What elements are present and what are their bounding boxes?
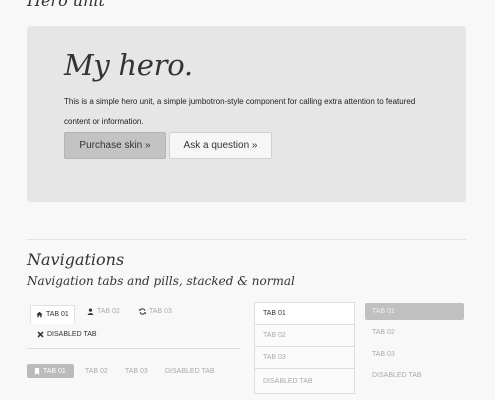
purchase-skin-button[interactable]: Purchase skin » bbox=[64, 132, 166, 159]
close-icon bbox=[37, 331, 44, 338]
pill-01[interactable]: TAB 01 bbox=[27, 364, 74, 378]
stacked-pill-01[interactable]: TAB 01 bbox=[365, 303, 464, 320]
pill-02[interactable]: TAB 02 bbox=[85, 364, 108, 378]
nav-tabs: TAB 01 TAB 02 TAB 03 DISABLED TAB bbox=[27, 302, 240, 349]
pill-03[interactable]: TAB 03 bbox=[125, 364, 148, 378]
pill-label: TAB 01 bbox=[43, 367, 66, 375]
tab-03[interactable]: TAB 03 bbox=[139, 308, 172, 315]
stacked-tab-disabled: DISABLED TAB bbox=[263, 377, 313, 385]
tab-label: TAB 01 bbox=[46, 311, 69, 318]
stacked-tab-03[interactable]: TAB 03 bbox=[255, 347, 354, 369]
stacked-pill-03[interactable]: TAB 03 bbox=[365, 346, 464, 363]
hero-unit: My hero. This is a simple hero unit, a s… bbox=[27, 26, 466, 202]
hero-title: My hero. bbox=[64, 48, 193, 82]
hero-section-title: Hero unit bbox=[27, 0, 105, 10]
stacked-tab-02[interactable]: TAB 02 bbox=[255, 325, 354, 347]
ask-question-button[interactable]: Ask a question » bbox=[169, 132, 272, 159]
navigation-subtitle: Navigation tabs and pills, stacked & nor… bbox=[27, 274, 295, 288]
tab-label: TAB 02 bbox=[97, 308, 120, 315]
home-icon bbox=[36, 311, 43, 318]
stacked-pill-disabled: DISABLED TAB bbox=[372, 372, 422, 379]
tab-01[interactable]: TAB 01 bbox=[30, 305, 75, 324]
user-icon bbox=[87, 308, 94, 315]
bookmark-icon bbox=[34, 367, 40, 375]
pill-label: TAB 02 bbox=[85, 367, 108, 375]
stacked-pill-02[interactable]: TAB 02 bbox=[365, 324, 464, 341]
hero-description: This is a simple hero unit, a simple jum… bbox=[64, 97, 416, 126]
section-divider bbox=[27, 239, 466, 240]
pill-label: DISABLED TAB bbox=[165, 367, 215, 375]
navigation-title: Navigations bbox=[27, 250, 125, 269]
tab-02[interactable]: TAB 02 bbox=[87, 308, 120, 315]
stacked-tab-01[interactable]: TAB 01 bbox=[255, 303, 354, 325]
refresh-icon bbox=[139, 308, 146, 315]
pill-label: TAB 03 bbox=[125, 367, 148, 375]
stacked-tabs: TAB 01 TAB 02 TAB 03 DISABLED TAB bbox=[254, 302, 355, 394]
pill-disabled: DISABLED TAB bbox=[165, 364, 215, 378]
tab-label: TAB 03 bbox=[149, 308, 172, 315]
tab-disabled: DISABLED TAB bbox=[37, 331, 97, 338]
tab-label: DISABLED TAB bbox=[47, 331, 97, 338]
